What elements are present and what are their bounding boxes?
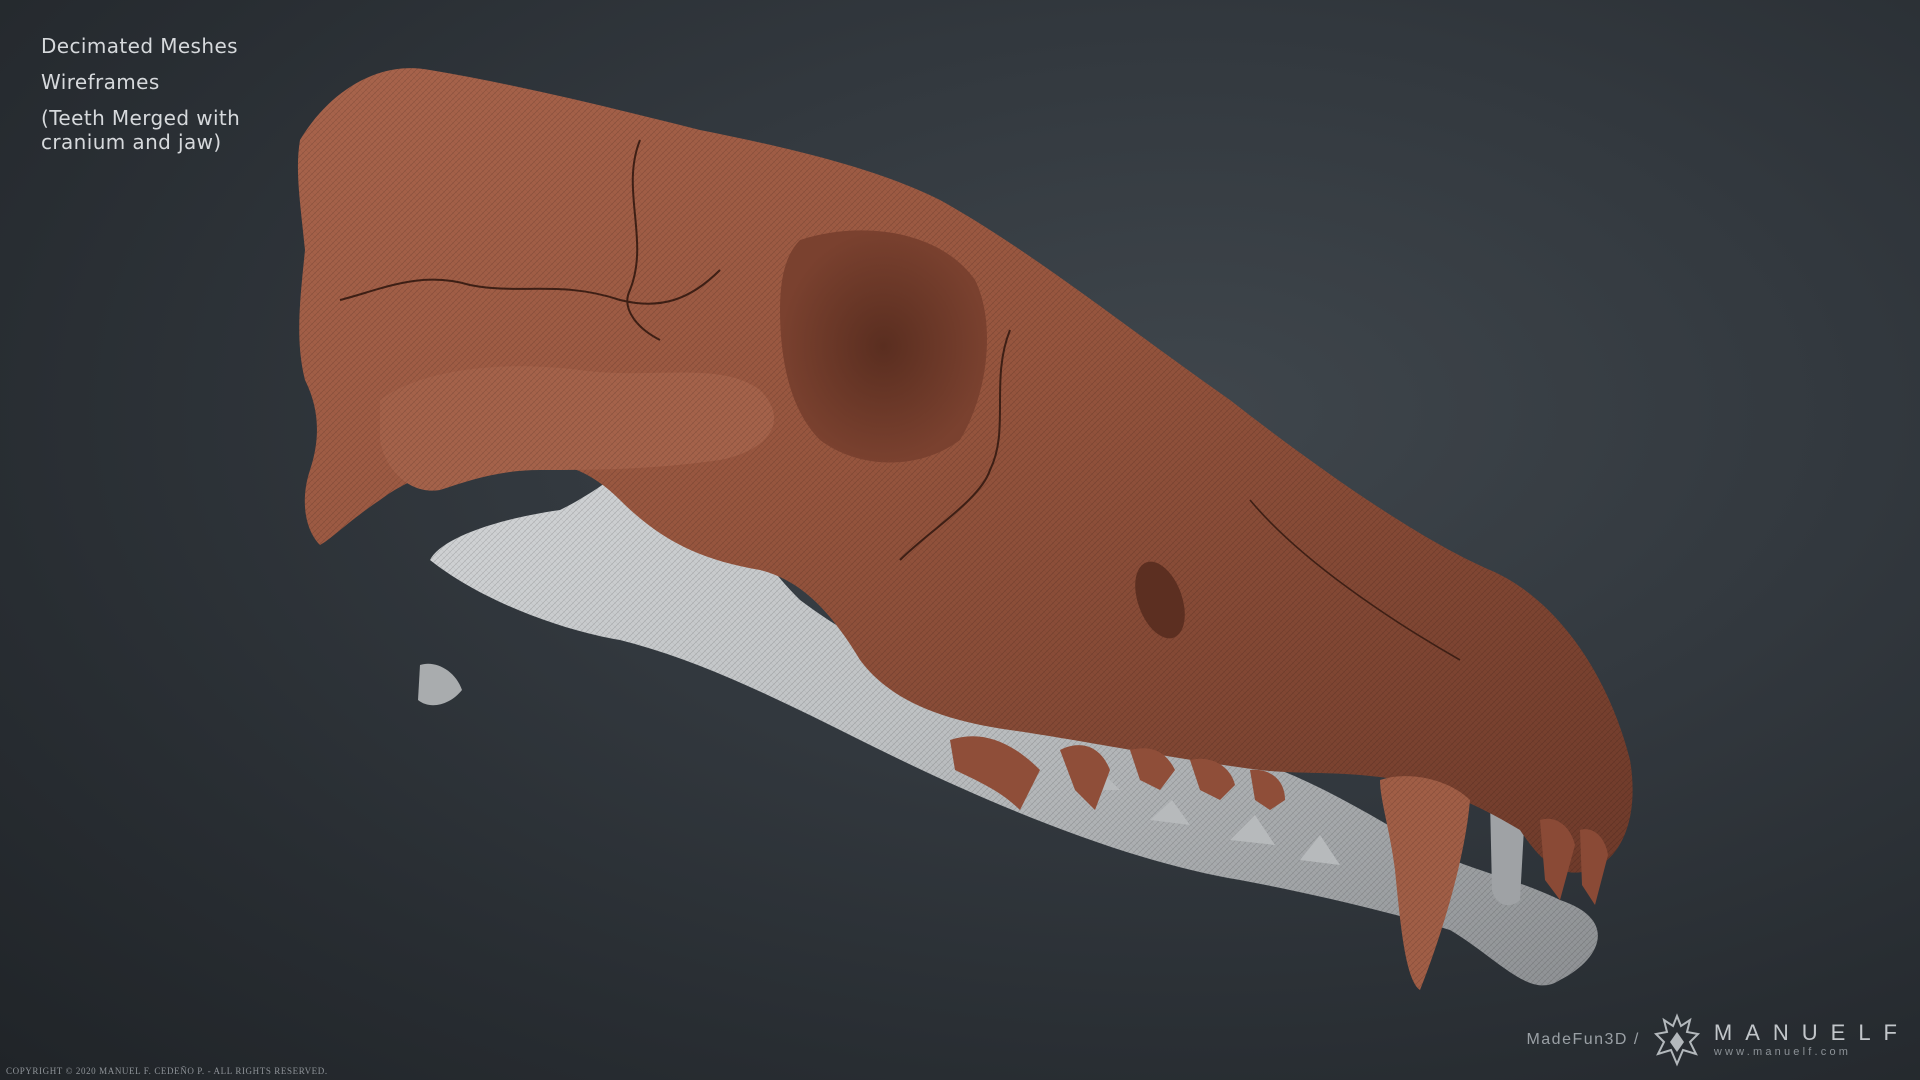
skull-render <box>297 68 1633 990</box>
madefun-label: MadeFun3D / <box>1526 1031 1640 1048</box>
brand-name-block: MANUELF www.manuelf.com <box>1714 1021 1910 1059</box>
brand-site: www.manuelf.com <box>1713 1046 1852 1058</box>
brand-watermark: MadeFun3D / MANUELF www.manuelf.com <box>1526 1012 1910 1068</box>
copyright-notice: COPYRIGHT © 2020 MANUEL F. CEDEÑO P. - A… <box>6 1066 328 1076</box>
helmet-logo-icon <box>1653 1013 1700 1067</box>
brand-name: MANUELF <box>1713 1020 1910 1045</box>
